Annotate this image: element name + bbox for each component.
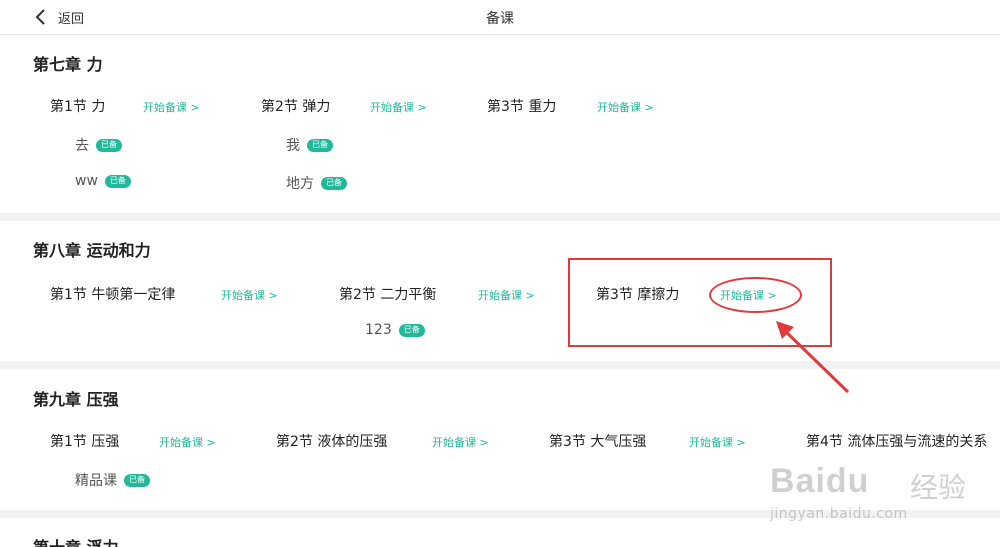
start-prep-button[interactable]: 开始备课 > bbox=[159, 434, 216, 450]
start-prep-button[interactable]: 开始备课 > bbox=[432, 434, 489, 450]
prepared-badge: 已备 bbox=[124, 473, 150, 487]
lesson-name: 地方 bbox=[286, 176, 314, 192]
section-item: 第2节 弹力 bbox=[261, 96, 330, 116]
lesson-item[interactable]: 我 已备 bbox=[286, 135, 333, 155]
watermark-word: 经验 bbox=[910, 471, 967, 504]
start-prep-button[interactable]: 开始备课 > bbox=[478, 287, 535, 303]
lesson-name: 去 bbox=[75, 138, 89, 154]
watermark-logo: Baidu bbox=[770, 462, 870, 500]
chapter-title: 第七章 力 bbox=[33, 55, 103, 74]
section-item: 第1节 牛顿第一定律 bbox=[50, 284, 175, 304]
watermark-url: jingyan.baidu.com bbox=[770, 506, 908, 522]
lesson-name: 我 bbox=[286, 138, 300, 154]
section-name: 第2节 弹力 bbox=[261, 99, 331, 115]
section-item: 第2节 液体的压强 bbox=[276, 431, 387, 451]
start-prep-button[interactable]: 开始备课 > bbox=[143, 99, 200, 115]
section-name: 第3节 大气压强 bbox=[549, 434, 647, 450]
prepared-badge: 已备 bbox=[398, 323, 425, 337]
chapter-title: 第八章 运动和力 bbox=[33, 241, 151, 260]
start-prep-button[interactable]: 开始备课 > bbox=[597, 99, 654, 115]
lesson-name: 123 bbox=[365, 322, 392, 338]
section-item: 第2节 二力平衡 bbox=[339, 284, 436, 304]
section-divider bbox=[0, 213, 1000, 221]
lesson-item[interactable]: 去 已备 bbox=[75, 135, 122, 155]
section-name: 第3节 重力 bbox=[487, 99, 557, 115]
watermark: Baidu 经验 jingyan.baidu.com bbox=[770, 456, 1000, 536]
section-item: 第1节 压强 bbox=[50, 431, 119, 451]
chapter-title: 第九章 压强 bbox=[33, 390, 119, 409]
section-name: 第1节 力 bbox=[50, 99, 106, 115]
prepared-badge: 已备 bbox=[104, 174, 131, 188]
page-title: 备课 bbox=[486, 11, 514, 27]
top-bar: 返回 备课 bbox=[0, 0, 1000, 35]
section-item: 第1节 力 bbox=[50, 96, 105, 116]
section-name: 第2节 二力平衡 bbox=[339, 287, 437, 303]
prepared-badge: 已备 bbox=[307, 138, 333, 152]
lesson-name: ww bbox=[75, 173, 98, 189]
lesson-item[interactable]: 地方 已备 bbox=[286, 173, 347, 193]
prepared-badge: 已备 bbox=[96, 138, 122, 152]
section-name: 第1节 压强 bbox=[50, 434, 120, 450]
start-prep-button[interactable]: 开始备课 > bbox=[689, 434, 746, 450]
prepared-badge: 已备 bbox=[321, 176, 347, 190]
section-item: 第3节 大气压强 bbox=[549, 431, 646, 451]
lesson-item[interactable]: ww 已备 bbox=[75, 173, 131, 189]
section-item: 第3节 重力 bbox=[487, 96, 556, 116]
start-prep-button[interactable]: 开始备课 > bbox=[370, 99, 427, 115]
section-item: 第4节 流体压强与流速的关系 bbox=[806, 431, 1000, 451]
lesson-item[interactable]: 精品课 已备 bbox=[75, 470, 150, 490]
section-name: 第4节 流体压强与流速的关系 bbox=[806, 434, 988, 450]
section-name: 第2节 液体的压强 bbox=[276, 434, 388, 450]
lesson-name: 精品课 bbox=[75, 473, 117, 489]
annotation-arrow bbox=[776, 321, 850, 394]
lesson-item[interactable]: 123 已备 bbox=[365, 322, 425, 338]
chapter-title: 第十章 浮力 bbox=[33, 534, 119, 547]
start-prep-button[interactable]: 开始备课 > bbox=[221, 287, 278, 303]
section-name: 第1节 牛顿第一定律 bbox=[50, 287, 176, 303]
highlight-ellipse bbox=[709, 277, 802, 313]
